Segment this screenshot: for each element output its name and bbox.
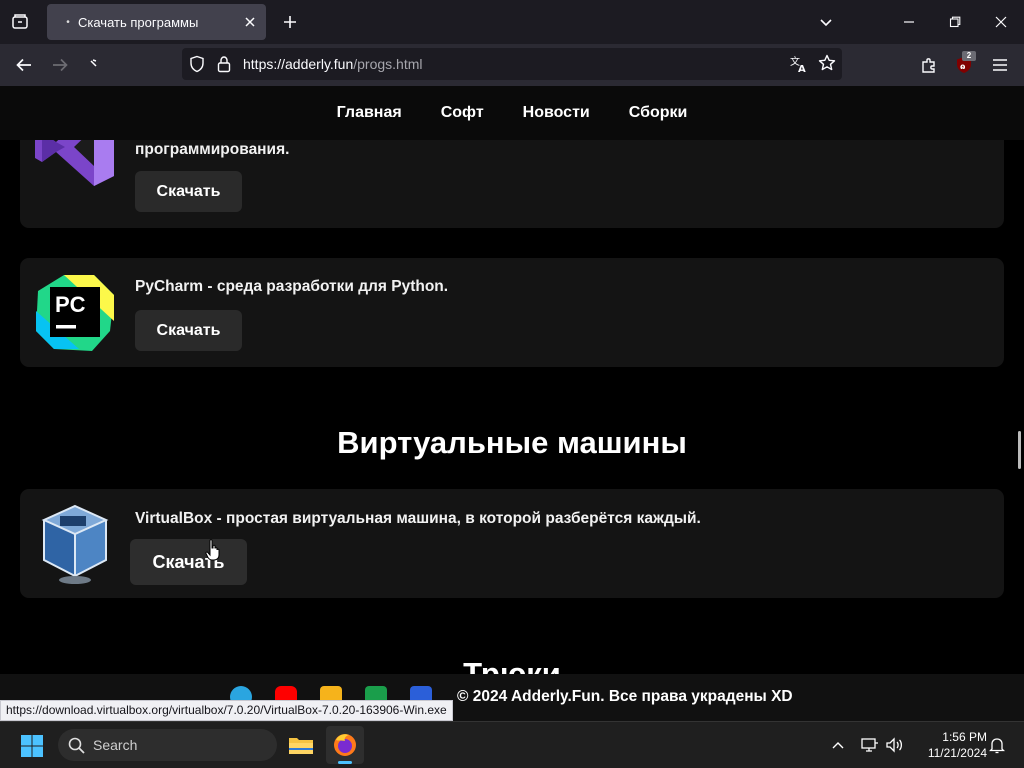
taskbar-clock[interactable]: 1:56 PM 11/21/2024 <box>913 729 987 761</box>
tab-favicon-icon: • <box>66 16 70 28</box>
extension-badge: 2 <box>962 51 976 61</box>
card-description: VirtualBox - простая виртуальная машина,… <box>135 510 701 527</box>
download-button-pycharm[interactable]: Скачать <box>135 310 242 351</box>
lock-icon[interactable] <box>216 55 232 78</box>
link-status-tooltip: https://download.virtualbox.org/virtualb… <box>0 700 453 721</box>
translate-icon[interactable]: 文A <box>789 54 809 79</box>
web-page: программирования. Скачать Главная Софт Н… <box>0 86 1024 674</box>
footer-copyright: © 2024 Adderly.Fun. Все права украдены X… <box>457 688 793 705</box>
clock-time: 1:56 PM <box>942 730 987 744</box>
show-hidden-icons-icon[interactable] <box>828 735 848 755</box>
taskbar-search-box[interactable]: Search <box>58 729 277 761</box>
windows-start-icon[interactable] <box>20 734 44 758</box>
minimize-icon[interactable] <box>897 10 921 34</box>
browser-tab-bar: • Скачать программы <box>0 0 1024 44</box>
pycharm-logo-text: PC <box>55 292 86 317</box>
tab-close-icon[interactable] <box>240 12 260 32</box>
restore-icon[interactable] <box>943 10 967 34</box>
search-label: Search <box>93 737 138 753</box>
bookmark-star-icon[interactable] <box>818 54 836 77</box>
volume-icon[interactable] <box>884 735 904 755</box>
back-icon[interactable] <box>12 53 36 77</box>
windows-taskbar: Search 1:56 PM 11/21/2024 <box>0 721 1024 768</box>
url-bar[interactable]: https://adderly.fun/progs.html 文A <box>182 48 842 80</box>
page-scrollbar[interactable] <box>1018 431 1021 469</box>
file-explorer-icon[interactable] <box>282 726 320 764</box>
svg-text:ɷ: ɷ <box>960 62 966 71</box>
download-button-virtualbox[interactable]: Скачать <box>130 539 247 585</box>
extensions-icon[interactable] <box>917 53 941 77</box>
nav-link-news[interactable]: Новости <box>523 104 590 122</box>
search-icon <box>68 737 85 754</box>
menu-icon[interactable] <box>988 53 1012 77</box>
url-text[interactable]: https://adderly.fun/progs.html <box>243 56 423 72</box>
active-app-indicator <box>338 761 352 764</box>
reload-icon[interactable] <box>82 53 106 77</box>
tab-list-icon[interactable] <box>8 10 32 34</box>
network-icon[interactable] <box>860 735 880 755</box>
notification-bell-icon[interactable] <box>987 735 1007 755</box>
browser-toolbar: https://adderly.fun/progs.html 文A ɷ <box>0 44 1024 86</box>
forward-icon[interactable] <box>48 53 72 77</box>
card-description: PyCharm - среда разработки для Python. <box>135 278 449 295</box>
nav-link-builds[interactable]: Сборки <box>629 104 688 122</box>
section-title-tricks: Трюки <box>463 656 561 674</box>
software-card-pycharm: PC PyCharm - среда разработки для Python… <box>20 258 1004 367</box>
url-host: https://adderly.fun <box>243 56 354 72</box>
close-window-icon[interactable] <box>989 10 1013 34</box>
site-navigation: Главная Софт Новости Сборки <box>0 86 1024 140</box>
tracking-shield-icon[interactable] <box>188 55 206 78</box>
active-tab[interactable]: • Скачать программы <box>47 4 266 40</box>
pycharm-logo: PC <box>36 275 114 351</box>
hand-cursor-icon <box>205 539 220 561</box>
list-all-tabs-icon[interactable] <box>814 10 838 34</box>
tab-title: Скачать программы <box>78 15 199 30</box>
software-card-virtualbox: VirtualBox - простая виртуальная машина,… <box>20 489 1004 598</box>
section-title-virtual-machines: Виртуальные машины <box>337 425 687 460</box>
nav-link-home[interactable]: Главная <box>337 104 402 122</box>
card-description: программирования. <box>135 141 290 158</box>
url-path: /progs.html <box>353 56 423 72</box>
download-button-visual-studio[interactable]: Скачать <box>135 171 242 212</box>
svg-text:A: A <box>798 64 806 74</box>
nav-link-software[interactable]: Софт <box>441 104 484 122</box>
firefox-taskbar-icon[interactable] <box>326 726 364 764</box>
virtualbox-logo <box>41 504 109 584</box>
new-tab-icon[interactable] <box>279 11 301 33</box>
clock-date: 11/21/2024 <box>927 746 987 760</box>
